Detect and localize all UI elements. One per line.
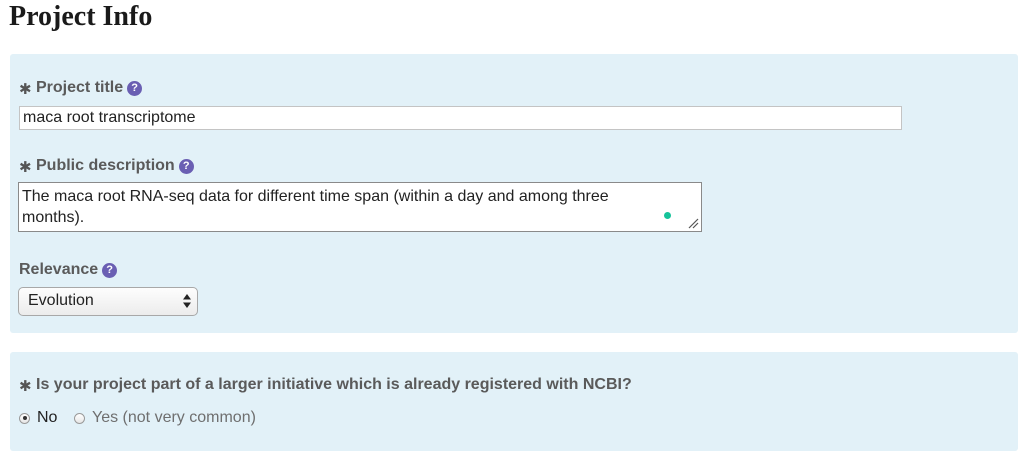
- public-description-value[interactable]: The maca root RNA-seq data for different…: [22, 186, 672, 228]
- initiative-radio-no[interactable]: No: [19, 409, 57, 427]
- public-description-label-text: Public description: [36, 157, 175, 174]
- public-description-label: ✱ Public description ?: [19, 157, 194, 175]
- initiative-panel: ✱ Is your project part of a larger initi…: [10, 352, 1018, 451]
- grammar-check-dot-icon[interactable]: [664, 212, 671, 219]
- page-title: Project Info: [9, 1, 153, 32]
- relevance-select[interactable]: Evolution: [18, 287, 198, 316]
- relevance-label: Relevance ?: [19, 261, 118, 279]
- project-title-label: ✱ Project title ?: [19, 79, 143, 98]
- project-title-input[interactable]: [19, 106, 902, 130]
- required-asterisk-icon: ✱: [19, 377, 32, 395]
- required-asterisk-icon: ✱: [19, 158, 32, 176]
- relevance-selected-value: Evolution: [28, 292, 94, 309]
- initiative-radio-yes[interactable]: Yes (not very common): [74, 409, 256, 427]
- initiative-question-label: ✱ Is your project part of a larger initi…: [19, 376, 632, 394]
- initiative-question-text: Is your project part of a larger initiat…: [36, 376, 632, 393]
- help-icon[interactable]: ?: [178, 158, 194, 174]
- help-icon[interactable]: ?: [102, 262, 118, 278]
- project-details-panel: ✱ Project title ? ✱ Public description ?…: [10, 54, 1018, 333]
- up-down-arrows-icon: [183, 294, 191, 308]
- help-icon[interactable]: ?: [127, 80, 143, 96]
- public-description-textarea[interactable]: The maca root RNA-seq data for different…: [18, 182, 702, 232]
- required-asterisk-icon: ✱: [19, 80, 32, 98]
- radio-no-label: No: [37, 409, 58, 426]
- resize-grip-icon[interactable]: [687, 217, 699, 229]
- relevance-label-text: Relevance: [19, 261, 99, 278]
- project-title-label-text: Project title: [36, 79, 124, 96]
- radio-unselected-icon[interactable]: [74, 412, 85, 424]
- radio-yes-label: Yes (not very common): [92, 409, 256, 426]
- radio-selected-icon[interactable]: [19, 412, 30, 424]
